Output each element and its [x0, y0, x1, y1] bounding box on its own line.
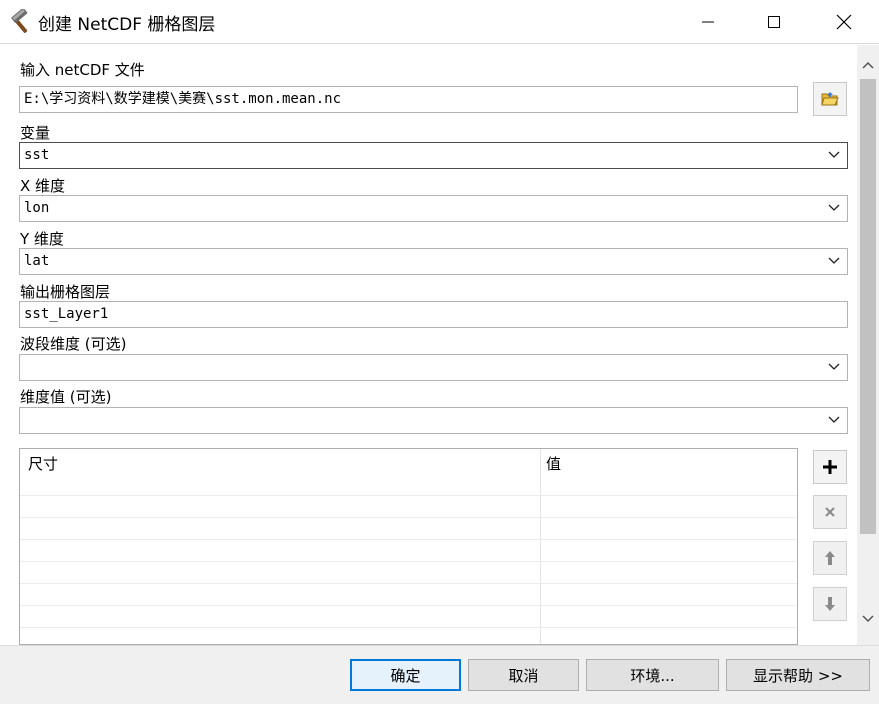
table-row[interactable] — [20, 561, 797, 562]
chevron-down-icon — [828, 257, 840, 264]
arrow-up-icon — [825, 551, 835, 565]
table-row[interactable] — [20, 605, 797, 606]
column-divider — [540, 449, 541, 644]
y-dim-dropdown[interactable]: lat — [19, 248, 848, 275]
band-dim-label: 波段维度 (可选) — [20, 335, 127, 353]
scrollbar-thumb[interactable] — [860, 79, 876, 534]
x-dim-label: X 维度 — [20, 177, 66, 195]
band-dim-dropdown[interactable] — [19, 354, 848, 381]
delete-row-button[interactable] — [813, 495, 847, 529]
close-icon — [836, 14, 852, 30]
dialog-content: 输入 netCDF 文件 E:\学习资料\数学建模\美赛\sst.mon.mea… — [0, 45, 879, 645]
close-button[interactable] — [808, 0, 879, 44]
minimize-button[interactable] — [672, 0, 744, 44]
scroll-up-icon[interactable] — [862, 60, 874, 70]
scroll-down-icon[interactable] — [862, 614, 874, 624]
table-row[interactable] — [20, 517, 797, 518]
arrow-down-icon — [825, 597, 835, 611]
open-folder-icon — [821, 92, 839, 106]
plus-icon — [823, 460, 837, 474]
chevron-down-icon — [828, 151, 840, 158]
variable-dropdown[interactable]: sst — [19, 142, 848, 169]
table-row[interactable] — [20, 627, 797, 628]
table-row[interactable] — [20, 495, 797, 496]
dialog-footer: 确定 取消 环境... 显示帮助 >> — [0, 645, 879, 704]
chevron-down-icon — [828, 204, 840, 211]
maximize-icon — [768, 16, 780, 28]
table-row[interactable] — [20, 583, 797, 584]
variable-value: sst — [24, 147, 50, 163]
table-row[interactable] — [20, 539, 797, 540]
maximize-button[interactable] — [738, 0, 810, 44]
input-file-value: E:\学习资料\数学建模\美赛\sst.mon.mean.nc — [24, 91, 342, 107]
variable-label: 变量 — [20, 124, 51, 142]
output-layer-value: sst_Layer1 — [24, 306, 109, 322]
cancel-button[interactable]: 取消 — [468, 659, 579, 691]
column-header-value[interactable]: 值 — [546, 453, 561, 474]
y-dim-value: lat — [24, 253, 50, 269]
y-dim-label: Y 维度 — [20, 230, 64, 248]
title-bar: 创建 NetCDF 栅格图层 — [0, 0, 879, 44]
chevron-down-icon — [828, 416, 840, 423]
output-layer-input[interactable]: sst_Layer1 — [19, 301, 848, 328]
delete-x-icon — [825, 507, 835, 517]
move-up-button[interactable] — [813, 541, 847, 575]
dimension-table[interactable]: 尺寸 值 — [19, 448, 798, 645]
hammer-icon — [8, 7, 34, 35]
x-dim-dropdown[interactable]: lon — [19, 195, 848, 222]
environments-button[interactable]: 环境... — [586, 659, 719, 691]
chevron-down-icon — [828, 363, 840, 370]
input-file-label: 输入 netCDF 文件 — [20, 61, 145, 79]
dim-values-label: 维度值 (可选) — [20, 388, 112, 406]
window-title: 创建 NetCDF 栅格图层 — [38, 15, 216, 35]
show-help-button[interactable]: 显示帮助 >> — [726, 659, 870, 691]
browse-folder-button[interactable] — [813, 82, 847, 116]
add-row-button[interactable] — [813, 450, 847, 484]
vertical-scrollbar[interactable] — [857, 45, 879, 645]
ok-button[interactable]: 确定 — [350, 659, 461, 691]
column-header-size[interactable]: 尺寸 — [28, 453, 58, 474]
output-layer-label: 输出栅格图层 — [20, 283, 111, 301]
dim-values-dropdown[interactable] — [19, 407, 848, 434]
x-dim-value: lon — [24, 200, 50, 216]
minimize-icon — [702, 21, 714, 23]
move-down-button[interactable] — [813, 587, 847, 621]
input-file-field[interactable]: E:\学习资料\数学建模\美赛\sst.mon.mean.nc — [19, 86, 798, 113]
